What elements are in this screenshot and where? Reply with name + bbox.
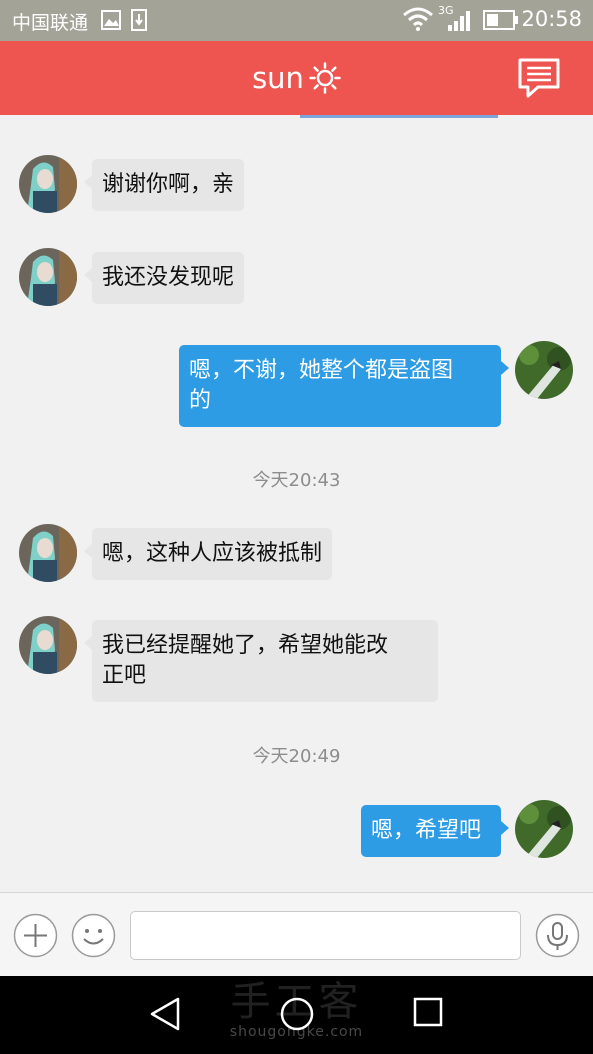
timestamp: 今天20:49 <box>252 746 341 767</box>
contact-avatar[interactable] <box>19 524 77 582</box>
contact-avatar[interactable] <box>19 616 77 674</box>
microphone-icon[interactable] <box>535 913 580 958</box>
timestamp: 今天20:43 <box>252 470 341 491</box>
carrier-name: 中国联通 <box>12 12 89 34</box>
wifi-icon <box>403 7 433 31</box>
message-line: 我已经提醒她了，希望她能改 <box>102 633 389 658</box>
chat-title: sun <box>252 61 304 95</box>
sun-icon <box>309 62 341 94</box>
back-triangle-icon[interactable] <box>148 996 182 1032</box>
message-bubble-sent[interactable]: 嗯，希望吧 <box>361 805 509 857</box>
contact-avatar-image <box>19 616 77 674</box>
chat-title-group: sun <box>0 41 593 115</box>
contact-avatar[interactable] <box>19 248 77 306</box>
contact-avatar[interactable] <box>19 155 77 213</box>
recents-square-icon[interactable] <box>412 996 444 1028</box>
contact-avatar-image <box>19 524 77 582</box>
my-avatar-image <box>515 800 573 858</box>
home-circle-icon[interactable] <box>279 996 315 1032</box>
message-bubble-received[interactable]: 我还没发现呢 <box>83 252 245 304</box>
contact-avatar-image <box>19 248 77 306</box>
message-line: 正吧 <box>102 663 147 688</box>
chat-bubble-icon[interactable] <box>516 56 562 100</box>
plus-icon[interactable] <box>13 913 58 958</box>
message-bubble-received[interactable]: 嗯，这种人应该被抵制 <box>83 528 333 580</box>
message-bubble-sent[interactable]: 嗯，不谢，她整个都是盗图 的 <box>179 345 509 427</box>
message-text-input[interactable] <box>130 911 521 960</box>
status-bar: 中国联通 3G 20:58 <box>0 0 593 41</box>
image-notification-icon <box>101 10 121 30</box>
previous-message-edge <box>300 115 498 118</box>
status-clock: 20:58 <box>521 7 582 31</box>
message-input-bar <box>0 892 593 976</box>
message-list[interactable]: 谢谢你啊，亲 我还没发现呢 嗯，不谢，她整个都是盗图 的 今天20:43 嗯，这… <box>0 115 593 892</box>
message-line: 嗯，不谢，她整个都是盗图 <box>189 358 454 383</box>
signal-icon <box>448 11 470 31</box>
battery-icon <box>483 10 518 30</box>
message-bubble-received[interactable]: 谢谢你啊，亲 <box>83 159 245 211</box>
download-notification-icon <box>131 9 147 31</box>
system-navigation-bar: 手工客 shougongke.com <box>0 976 593 1054</box>
emoji-icon[interactable] <box>71 913 116 958</box>
contact-avatar-image <box>19 155 77 213</box>
chat-header: sun <box>0 41 593 115</box>
my-avatar[interactable] <box>515 341 573 399</box>
message-bubble-received[interactable]: 我已经提醒她了，希望她能改 正吧 <box>84 620 438 702</box>
my-avatar-image <box>515 341 573 399</box>
message-line: 的 <box>189 388 212 413</box>
my-avatar[interactable] <box>515 800 573 858</box>
